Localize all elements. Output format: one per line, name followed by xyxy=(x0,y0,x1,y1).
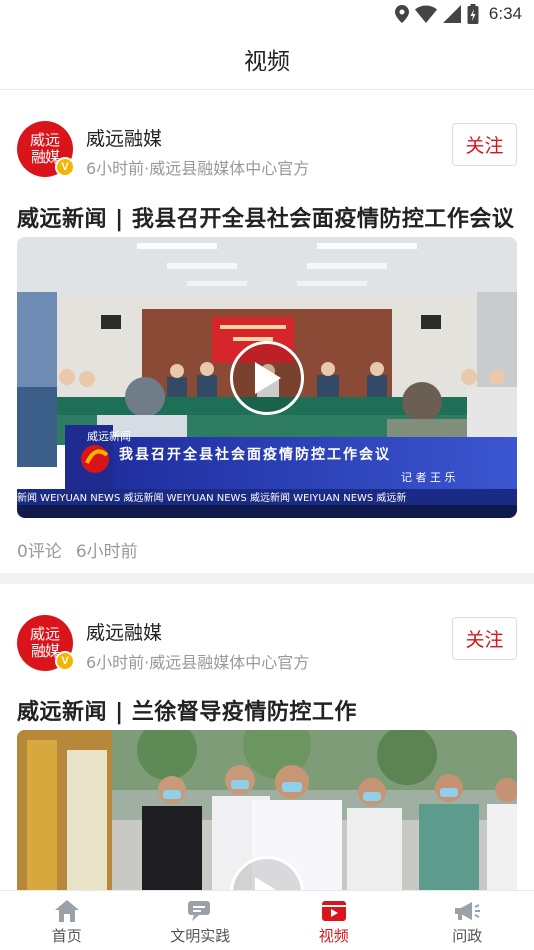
tab-civilization-practice[interactable]: 文明实践 xyxy=(134,891,268,950)
practice-icon xyxy=(188,901,211,921)
play-icon xyxy=(255,877,278,891)
follow-button[interactable]: 关注 xyxy=(452,123,517,166)
card-divider xyxy=(0,573,534,584)
page-title: 视频 xyxy=(244,48,290,75)
location-icon xyxy=(394,5,409,23)
avatar-line-1: 威远 xyxy=(29,625,60,643)
video-reporter: 记 者 王 乐 xyxy=(401,471,456,484)
avatar-line-1: 威远 xyxy=(29,131,60,149)
verified-badge-icon: V xyxy=(55,651,75,671)
battery-icon xyxy=(467,4,479,24)
tab-video[interactable]: 视频 xyxy=(267,891,401,950)
video-icon xyxy=(321,901,346,921)
post-title[interactable]: 威远新闻 | 兰徐督导疫情防控工作 xyxy=(17,694,357,726)
post-title[interactable]: 威远新闻 | 我县召开全县社会面疫情防控工作会议 xyxy=(17,201,514,233)
comment-count[interactable]: 0评论 xyxy=(17,537,62,562)
tab-home[interactable]: 首页 xyxy=(0,891,134,950)
video-card[interactable]: 威远 融媒 V 威远融媒 6小时前·威远县融媒体中心官方 关注 威远新闻 | 兰… xyxy=(0,584,534,891)
author-row: 威远 融媒 V 威远融媒 6小时前·威远县融媒体中心官方 关注 xyxy=(17,121,517,181)
tab-label: 问政 xyxy=(452,927,483,945)
follow-button[interactable]: 关注 xyxy=(452,617,517,660)
tab-inquiry[interactable]: 问政 xyxy=(401,891,534,950)
status-time: 6:34 xyxy=(488,4,522,23)
home-icon xyxy=(54,900,79,922)
author-name[interactable]: 威远融媒 xyxy=(86,124,162,151)
video-thumbnail[interactable] xyxy=(17,730,517,891)
video-card[interactable]: 威远 融媒 V 威远融媒 6小时前·威远县融媒体中心官方 关注 威远新闻 | 我… xyxy=(0,91,534,573)
signal-icon xyxy=(442,5,461,23)
tab-label: 首页 xyxy=(51,927,82,945)
video-logo: 威远新闻 xyxy=(87,429,131,443)
tab-label: 文明实践 xyxy=(170,927,231,945)
video-caption: 我县召开全县社会面疫情防控工作会议 xyxy=(119,446,391,463)
header: 视频 xyxy=(0,28,534,90)
author-meta: 6小时前·威远县融媒体中心官方 xyxy=(86,159,310,178)
status-bar: 6:34 xyxy=(0,0,534,28)
tab-label: 视频 xyxy=(318,927,349,945)
wifi-icon xyxy=(414,5,437,23)
megaphone-icon xyxy=(455,902,481,920)
author-row: 威远 融媒 V 威远融媒 6小时前·威远县融媒体中心官方 关注 xyxy=(17,615,517,675)
bottom-tab-bar: 首页 文明实践 视频 问政 xyxy=(0,890,534,950)
author-meta: 6小时前·威远县融媒体中心官方 xyxy=(86,653,310,672)
verified-badge-icon: V xyxy=(55,157,75,177)
video-thumbnail[interactable]: 威远新闻 我县召开全县社会面疫情防控工作会议 记 者 王 乐 新闻 WEIYUA… xyxy=(17,237,517,518)
play-icon xyxy=(255,361,281,394)
video-feed[interactable]: 威远 融媒 V 威远融媒 6小时前·威远县融媒体中心官方 关注 威远新闻 | 我… xyxy=(0,91,534,891)
video-ticker: 新闻 WEIYUAN NEWS 威远新闻 WEIYUAN NEWS 威远新闻 W… xyxy=(17,491,406,504)
post-time: 6小时前 xyxy=(75,542,138,562)
play-button[interactable] xyxy=(230,340,304,415)
post-stats: 0评论 6小时前 xyxy=(17,537,138,562)
author-name[interactable]: 威远融媒 xyxy=(86,618,162,645)
